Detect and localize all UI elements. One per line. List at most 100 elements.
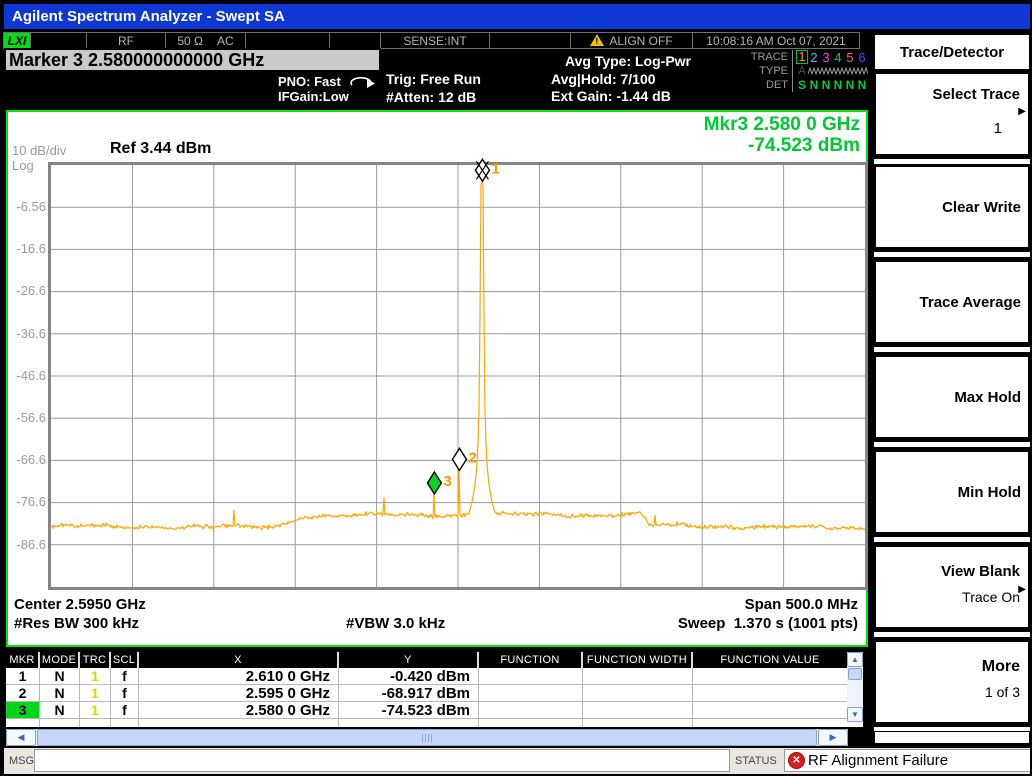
spectrum-display: 10 dB/div Log Ref 3.44 dBm Mkr3 2.580 0 … (6, 110, 868, 647)
title-bar: Agilent Spectrum Analyzer - Swept SA (4, 4, 1032, 29)
col-trc: TRC (80, 652, 111, 668)
marker-table: MKR MODE TRC SCL X Y FUNCTION FUNCTION W… (6, 652, 863, 727)
det-row-label: DET (742, 79, 788, 91)
trace-3-detector: N (820, 78, 832, 92)
mode-cell: N (40, 702, 80, 719)
function-value-cell (693, 702, 847, 719)
application-window: Agilent Spectrum Analyzer - Swept SA LXI… (0, 0, 1032, 776)
marker-row-2[interactable]: 2 N 1 f 2.595 0 GHz -68.917 dBm (6, 685, 863, 702)
mkr-cell-highlighted: 3 (6, 702, 40, 719)
spectrum-plot[interactable]: 123 (48, 162, 868, 590)
clear-write-button[interactable]: Clear Write (874, 165, 1030, 249)
col-mode: MODE (40, 652, 80, 668)
more-button[interactable]: More 1 of 3 (874, 640, 1030, 724)
mkr-cell: 2 (6, 685, 40, 702)
ext-gain-annotation: Ext Gain: -1.44 dB (551, 88, 671, 104)
trace-4-detector: N (832, 78, 844, 92)
marker-row-empty (6, 719, 863, 727)
scroll-down-button[interactable]: ▼ (847, 707, 863, 722)
function-cell (479, 668, 583, 685)
error-icon: ✕ (788, 752, 805, 769)
function-cell (479, 702, 583, 719)
y-axis-label: -86.6 (8, 538, 46, 552)
softkey-menu: Trace/Detector Select Trace ▶ 1 Clear Wr… (872, 32, 1032, 748)
trace-1-detector: S (796, 78, 808, 92)
msg-field (34, 749, 730, 772)
avg-hold-annotation: Avg|Hold: 7/100 (551, 71, 656, 87)
warning-icon: ! (590, 34, 605, 47)
view-blank-button[interactable]: View Blank ▶ Trace On (874, 545, 1030, 629)
y-cell: -0.420 dBm (339, 668, 479, 685)
function-value-cell (693, 668, 847, 685)
scl-cell: f (111, 685, 139, 702)
marker-ampl-readout: -74.523 dBm (704, 135, 860, 156)
trc-cell: 1 (80, 702, 111, 719)
max-hold-button[interactable]: Max Hold (874, 355, 1030, 439)
type-row-label: TYPE (742, 65, 788, 77)
mkr-cell: 1 (6, 668, 40, 685)
function-cell (479, 685, 583, 702)
col-function-width: FUNCTION WIDTH (583, 652, 693, 668)
input-coupling-cell: 50 Ω AC (165, 32, 246, 49)
svg-text:2: 2 (468, 449, 476, 466)
status-label: STATUS (735, 755, 777, 767)
col-x: X (139, 652, 339, 668)
sense-indicator: SENSE:INT (380, 32, 490, 49)
col-function: FUNCTION (479, 652, 583, 668)
clear-write-type-icon (856, 66, 868, 77)
scroll-left-button[interactable]: ◀ (6, 729, 36, 746)
clear-write-type-icon (844, 66, 856, 77)
res-bw-label: #Res BW 300 kHz (14, 615, 139, 632)
status-strip: LXI RF 50 Ω AC SENSE:INT ! ALIGN OFF 10:… (4, 32, 860, 49)
y-axis-label: -16.6 (8, 242, 46, 256)
y-cell: -74.523 dBm (339, 702, 479, 719)
col-mkr: MKR (6, 652, 40, 668)
select-trace-button[interactable]: Select Trace ▶ 1 (874, 72, 1030, 156)
status-bar: MSG STATUS ✕ RF Alignment Failure (4, 748, 1032, 774)
horizontal-scroll-thumb[interactable] (37, 729, 817, 746)
trace-3-number: 3 (820, 50, 832, 65)
scroll-up-button[interactable]: ▲ (847, 652, 863, 667)
strip-spacer-1 (30, 32, 87, 49)
y-axis-label: -6.56 (8, 200, 46, 214)
strip-spacer-4 (489, 32, 571, 49)
table-vertical-scrollbar[interactable]: ▲ ▼ (847, 652, 863, 722)
min-hold-button[interactable]: Min Hold (874, 450, 1030, 534)
window-title: Agilent Spectrum Analyzer - Swept SA (12, 8, 285, 25)
marker-table-header: MKR MODE TRC SCL X Y FUNCTION FUNCTION W… (6, 652, 863, 668)
view-blank-label: View Blank (941, 563, 1020, 580)
x-cell: 2.580 0 GHz (139, 702, 339, 719)
clear-write-type-icon (808, 66, 820, 77)
trc-cell: 1 (80, 668, 111, 685)
y-axis-label: -76.6 (8, 495, 46, 509)
vertical-scroll-thumb[interactable] (848, 668, 862, 680)
trace-4-number: 4 (832, 50, 844, 65)
trace-legend: TRACE 1 2 3 4 5 6 TYPE A DET (742, 50, 870, 92)
function-value-cell (693, 685, 847, 702)
x-cell: 2.595 0 GHz (139, 685, 339, 702)
ref-level-label: Ref 3.44 dBm (110, 140, 211, 158)
col-function-value: FUNCTION VALUE (693, 652, 847, 668)
vbw-label: #VBW 3.0 kHz (346, 615, 445, 632)
strip-spacer-2 (245, 32, 330, 49)
scroll-right-button[interactable]: ▶ (818, 729, 848, 746)
marker-readout-green: Mkr3 2.580 0 GHz -74.523 dBm (704, 114, 860, 156)
trace-average-button[interactable]: Trace Average (874, 260, 1030, 344)
marker-row-1[interactable]: 1 N 1 f 2.610 0 GHz -0.420 dBm (6, 668, 863, 685)
y-axis-label: -56.6 (8, 411, 46, 425)
pno-annotation: PNO: Fast (278, 74, 341, 89)
trace-2-detector: N (808, 78, 820, 92)
lxi-indicator: LXI (3, 32, 31, 49)
atten-annotation: #Atten: 12 dB (386, 89, 476, 105)
function-width-cell (583, 685, 693, 702)
strip-spacer-3 (329, 32, 381, 49)
marker-row-3[interactable]: 3 N 1 f 2.580 0 GHz -74.523 dBm (6, 702, 863, 719)
table-horizontal-scrollbar[interactable]: ◀ ▶ (6, 729, 848, 746)
more-page-value: 1 of 3 (985, 684, 1020, 700)
view-blank-value: Trace On (962, 589, 1020, 605)
trace-row-label: TRACE (742, 51, 788, 63)
rf-indicator: RF (86, 32, 166, 49)
trace-legend-row-type: TYPE A (742, 64, 870, 78)
scale-type-label: Log (12, 158, 34, 173)
mode-cell: N (40, 685, 80, 702)
